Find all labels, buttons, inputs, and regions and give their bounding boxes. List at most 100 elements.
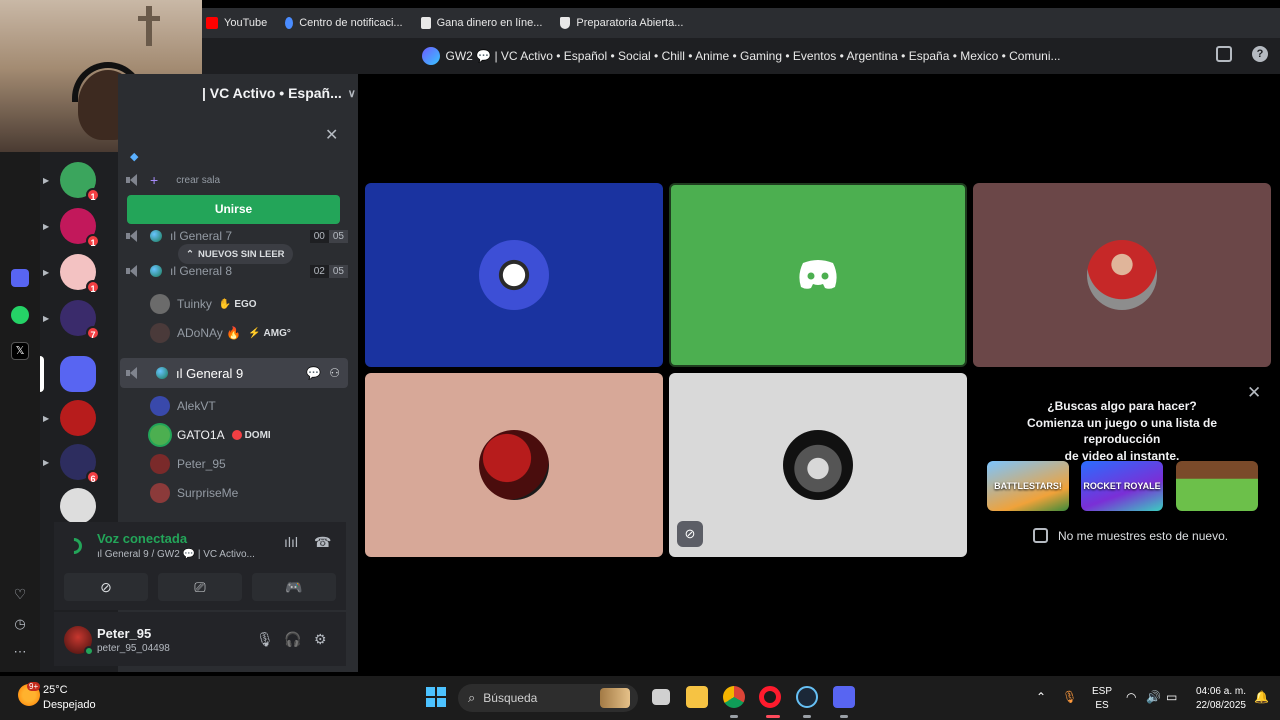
history-icon[interactable]: ◷ <box>11 616 29 634</box>
camera-off-icon: ⊘ <box>677 521 703 547</box>
participant-tile[interactable]: ⊘ <box>669 373 967 557</box>
battery-icon[interactable]: ▭ <box>1166 690 1177 704</box>
inbox-icon[interactable] <box>1216 46 1232 62</box>
server-icon[interactable]: 7 <box>60 300 100 340</box>
server-icon[interactable]: 6 <box>60 444 100 484</box>
server-icon-active[interactable] <box>40 356 96 392</box>
activity-prompt: ¿Buscas algo para hacer? Comienza un jue… <box>993 398 1251 464</box>
close-icon[interactable]: ✕ <box>325 125 338 145</box>
search-highlight-icon <box>600 688 630 708</box>
user-panel: Peter_95 peter_95_04498 🎙 🎧 ⚙ <box>54 612 346 666</box>
game-card-rocket-royale[interactable]: ROCKET ROYALE <box>1081 461 1163 511</box>
bookmark-label: Gana dinero en líne... <box>436 17 543 29</box>
temperature[interactable]: 25°C <box>43 684 68 696</box>
user-display-name[interactable]: Peter_95 <box>97 626 151 641</box>
server-icon[interactable]: 1 <box>60 254 100 294</box>
volume-icon[interactable]: 🔊 <box>1146 690 1161 704</box>
collapse-arrow-icon: ▶ <box>43 414 50 423</box>
join-button[interactable]: Unirse <box>127 195 340 224</box>
windows-start-icon[interactable] <box>426 687 446 707</box>
voice-user[interactable]: Peter_95 <box>150 452 226 476</box>
voice-user[interactable]: Tuinky ✋ EGO <box>150 292 257 316</box>
signal-icon <box>62 534 86 558</box>
whatsapp-icon[interactable] <box>11 306 29 324</box>
channel-name: ıl General 8 <box>170 264 233 278</box>
taskbar-search[interactable]: ⌕ Búsqueda <box>458 684 638 712</box>
avatar <box>150 294 170 314</box>
chat-icon[interactable]: 💬 <box>306 366 321 380</box>
help-icon[interactable]: ? <box>1252 46 1268 62</box>
notifications-icon[interactable]: 🔔 <box>1254 690 1269 704</box>
participant-tile[interactable] <box>973 183 1271 367</box>
voice-user-speaking[interactable]: GATO1A DOMI <box>150 423 271 447</box>
game-title: ROCKET ROYALE <box>1083 481 1161 491</box>
server-icon[interactable] <box>60 488 96 524</box>
user-tag: DOMI <box>231 430 271 441</box>
x-icon[interactable]: 𝕏 <box>11 342 29 360</box>
opera-icon[interactable] <box>759 686 781 708</box>
chrome-icon[interactable] <box>723 686 745 708</box>
bookmark-youtube[interactable]: YouTube <box>206 17 267 29</box>
bookmark-preparatoria[interactable]: Preparatoria Abierta... <box>560 17 683 29</box>
task-view-icon[interactable] <box>652 689 670 705</box>
file-explorer-icon[interactable] <box>686 686 708 708</box>
youtube-icon <box>206 17 218 29</box>
game-card-battlestars[interactable]: BATTLESTARS! <box>987 461 1069 511</box>
weather-condition: Despejado <box>43 699 96 711</box>
user-name: Peter_95 <box>177 457 226 471</box>
speaker-icon <box>126 174 140 186</box>
info-icon <box>285 17 294 29</box>
server-header[interactable]: | VC Activo • Españ... ∨ <box>202 74 358 112</box>
server-icon[interactable] <box>60 400 96 436</box>
video-toggle-button[interactable]: ⊘ <box>64 573 148 601</box>
discord-taskbar-icon[interactable] <box>833 686 855 708</box>
invite-icon[interactable]: ⚇ <box>329 366 340 380</box>
avatar <box>150 323 170 343</box>
document-icon <box>420 17 431 29</box>
bookmark-notifications[interactable]: Centro de notificaci... <box>285 17 403 29</box>
lightning-icon: ⚡ <box>248 327 261 339</box>
participant-tile[interactable] <box>365 183 663 367</box>
voice-user[interactable]: SurpriseMe <box>150 481 238 505</box>
participant-tile-speaking[interactable] <box>669 183 967 367</box>
voice-user[interactable]: AlekVT <box>150 394 216 418</box>
voice-channel-general-9[interactable]: ıl General 9 💬 ⚇ <box>120 358 348 388</box>
globe-icon <box>156 367 168 379</box>
heart-icon[interactable]: ♡ <box>11 586 29 604</box>
dont-show-again-checkbox[interactable]: No me muestres esto de nuevo. <box>1033 528 1228 543</box>
screen-share-icon: ⎚ <box>194 579 206 595</box>
gear-icon[interactable]: ⚙ <box>314 631 327 648</box>
game-card-farm[interactable] <box>1176 461 1258 511</box>
voice-channel-general-8[interactable]: ıl General 8 02 05 <box>126 258 348 284</box>
app-shortcut-icon[interactable] <box>11 269 29 287</box>
voice-status[interactable]: Voz conectada <box>97 531 187 546</box>
disconnect-icon[interactable]: ☎ <box>314 534 331 551</box>
microphone-tray-icon[interactable]: 🎙 <box>1062 690 1077 704</box>
avatar <box>150 483 170 503</box>
headphones-icon[interactable]: 🎧 <box>284 631 301 648</box>
app-running-indicator <box>840 715 848 718</box>
clock[interactable]: 04:06 a. m. 22/08/2025 <box>1190 685 1246 713</box>
server-icon[interactable]: 1 <box>60 208 100 248</box>
voice-location[interactable]: ıl General 9 / GW2 💬 | VC Activo... <box>97 549 255 560</box>
server-icon[interactable]: 1 <box>60 162 100 202</box>
steam-icon[interactable] <box>796 686 818 708</box>
bookmark-label: Centro de notificaci... <box>299 17 403 29</box>
user-count: 02 05 <box>309 264 348 278</box>
chevron-up-icon[interactable]: ⌃ <box>1036 690 1046 704</box>
app-running-indicator <box>803 715 811 718</box>
input-language[interactable]: ESP ES <box>1092 685 1112 713</box>
screen-share-button[interactable]: ⎚ <box>158 573 242 601</box>
more-icon[interactable]: ⋯ <box>11 644 29 662</box>
avatar <box>150 454 170 474</box>
microphone-icon[interactable]: 🎙 <box>256 631 274 648</box>
participant-avatar <box>479 430 549 500</box>
participant-tile[interactable] <box>365 373 663 557</box>
voice-user[interactable]: ADoNAy 🔥 ⚡ AMG° <box>150 321 291 345</box>
soundboard-icon[interactable]: ılıl <box>284 534 298 550</box>
bookmark-gana-dinero[interactable]: Gana dinero en líne... <box>420 17 543 29</box>
activity-button[interactable]: 🎮 <box>252 573 336 601</box>
globe-icon <box>150 230 162 242</box>
wifi-icon[interactable]: ◠ <box>1126 690 1136 704</box>
create-room-row[interactable]: + crear sala <box>126 167 348 193</box>
